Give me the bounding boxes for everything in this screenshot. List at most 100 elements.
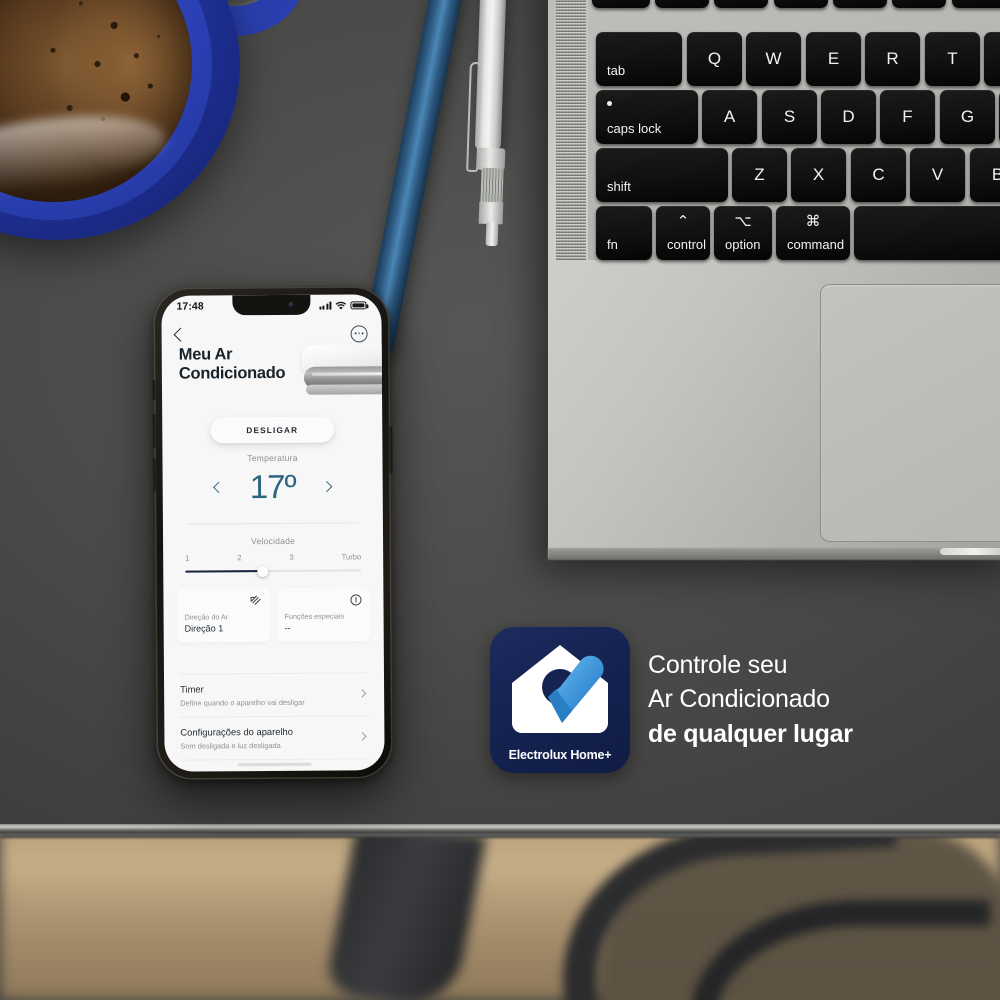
key-label: E (827, 49, 840, 68)
fan-speed-tick-3[interactable]: 3 (289, 553, 293, 562)
temperature-decrease-button[interactable] (213, 481, 225, 494)
list-item-device-settings[interactable]: Configurações do aparelho Som desligada … (177, 725, 371, 751)
more-options-button[interactable] (350, 324, 368, 342)
laptop-front-edge (548, 548, 1000, 560)
key-label: F (902, 107, 913, 126)
key-backtick[interactable]: ` (592, 0, 650, 8)
list-separator-bottom (180, 758, 369, 761)
scene: ` 1 2 3 4 5 6 tab Q W E R T caps lock A … (0, 0, 1000, 1000)
key-q[interactable]: Q (687, 32, 742, 86)
home-indicator[interactable] (237, 762, 312, 767)
card-special-functions-value: -- (284, 622, 291, 633)
fan-speed-slider[interactable] (185, 565, 362, 578)
key-label: shift (607, 179, 631, 194)
status-bar: 17:48 (161, 294, 381, 318)
key-control[interactable]: ⌃ control (656, 206, 710, 260)
air-conditioner-image (301, 344, 385, 399)
key-3[interactable]: 3 (774, 0, 828, 8)
phone-silent-switch[interactable] (151, 379, 156, 400)
key-b[interactable]: B (970, 148, 1000, 202)
key-label: Z (754, 165, 765, 184)
key-fn[interactable]: fn (596, 206, 652, 260)
key-label: Q (707, 49, 722, 68)
temperature-row: 17º (163, 468, 383, 506)
logo-wordmark: Electrolux Home+ (508, 748, 612, 762)
special-functions-icon (350, 594, 362, 606)
key-label: S (783, 107, 796, 126)
key-1[interactable]: 1 (655, 0, 709, 8)
key-s[interactable]: S (762, 90, 817, 144)
key-space[interactable] (854, 206, 1000, 260)
caps-lock-indicator-icon (607, 101, 612, 106)
section-divider (186, 522, 359, 525)
battery-icon (350, 301, 367, 310)
feature-cards: Direção do Ar Direção 1 Funções especiai… (176, 587, 371, 643)
card-special-functions[interactable]: Funções especiais -- (276, 587, 371, 642)
key-label: C (872, 165, 885, 184)
back-button[interactable] (173, 327, 188, 342)
key-x[interactable]: X (791, 148, 846, 202)
temperature-control: Temperatura 17º (162, 452, 382, 506)
ac-vent-louver (311, 372, 385, 376)
phone-volume-down-button[interactable] (152, 457, 156, 492)
key-option[interactable]: ⌥ option (714, 206, 772, 260)
key-c[interactable]: C (851, 148, 906, 202)
key-command[interactable]: ⌘ command (776, 206, 850, 260)
fan-speed-tick-1[interactable]: 1 (185, 554, 189, 563)
key-z[interactable]: Z (732, 148, 787, 202)
key-6[interactable]: 6 (952, 0, 1000, 8)
phone-screen[interactable]: 17:48 Meu Ar Condicionado DESLIGAR Tempe… (161, 294, 385, 772)
key-label: control (667, 237, 707, 252)
key-d[interactable]: D (821, 90, 876, 144)
brand-headline-line1: Controle seu (648, 651, 788, 679)
brand-headline-line3: de qualquer lugar (648, 720, 853, 748)
status-time: 17:48 (176, 300, 204, 313)
key-label: tab (607, 63, 626, 78)
fan-speed-tick-turbo[interactable]: Turbo (342, 552, 362, 561)
airflow-direction-icon (250, 595, 261, 606)
laptop-speaker-grille (556, 0, 586, 260)
key-e[interactable]: E (806, 32, 861, 86)
wifi-icon (335, 301, 347, 310)
key-t[interactable]: T (925, 32, 980, 86)
key-4[interactable]: 4 (833, 0, 887, 8)
key-a[interactable]: A (702, 90, 757, 144)
key-2[interactable]: 2 (714, 0, 768, 8)
slider-thumb[interactable] (257, 566, 269, 578)
power-toggle-label: DESLIGAR (246, 425, 299, 435)
card-air-direction[interactable]: Direção do Ar Direção 1 (176, 588, 271, 643)
key-label: caps lock (607, 121, 662, 136)
power-toggle-button[interactable]: DESLIGAR (210, 416, 335, 444)
key-caps-lock[interactable]: caps lock (596, 90, 698, 144)
key-label: V (931, 165, 944, 184)
temperature-increase-button[interactable] (320, 480, 333, 493)
laptop-trackpad[interactable] (820, 284, 1000, 542)
fan-speed-tick-2[interactable]: 2 (237, 553, 241, 562)
key-f[interactable]: F (880, 90, 935, 144)
ac-bottom-shell (305, 384, 385, 395)
laptop-lid-notch (940, 548, 1000, 555)
card-air-direction-label: Direção do Ar (184, 612, 229, 622)
key-label: option (725, 237, 761, 252)
key-label: T (947, 49, 958, 68)
phone-volume-up-button[interactable] (152, 413, 156, 448)
slider-fill (185, 570, 263, 574)
key-tab[interactable]: tab (596, 32, 682, 86)
key-5[interactable]: 5 (892, 0, 946, 8)
list-item-timer-title: Timer (180, 683, 204, 695)
desk-edge-shadow (0, 832, 1000, 838)
list-item-timer[interactable]: Timer Define quando o aparelho vai desli… (177, 682, 371, 708)
phone-power-button[interactable] (389, 426, 393, 475)
key-g[interactable]: G (940, 90, 995, 144)
house-check-icon (512, 645, 608, 733)
key-y[interactable] (984, 32, 1000, 86)
electrolux-home-plus-logo: Electrolux Home+ (490, 627, 630, 773)
key-r[interactable]: R (865, 32, 920, 86)
list-item-device-settings-subtitle: Som desligada e luz desligada (180, 740, 281, 751)
pencil-grip (480, 167, 504, 205)
key-v[interactable]: V (910, 148, 965, 202)
key-w[interactable]: W (746, 32, 801, 86)
key-label: G (960, 107, 975, 126)
key-shift[interactable]: shift (596, 148, 728, 202)
control-glyph-icon: ⌃ (676, 213, 690, 230)
